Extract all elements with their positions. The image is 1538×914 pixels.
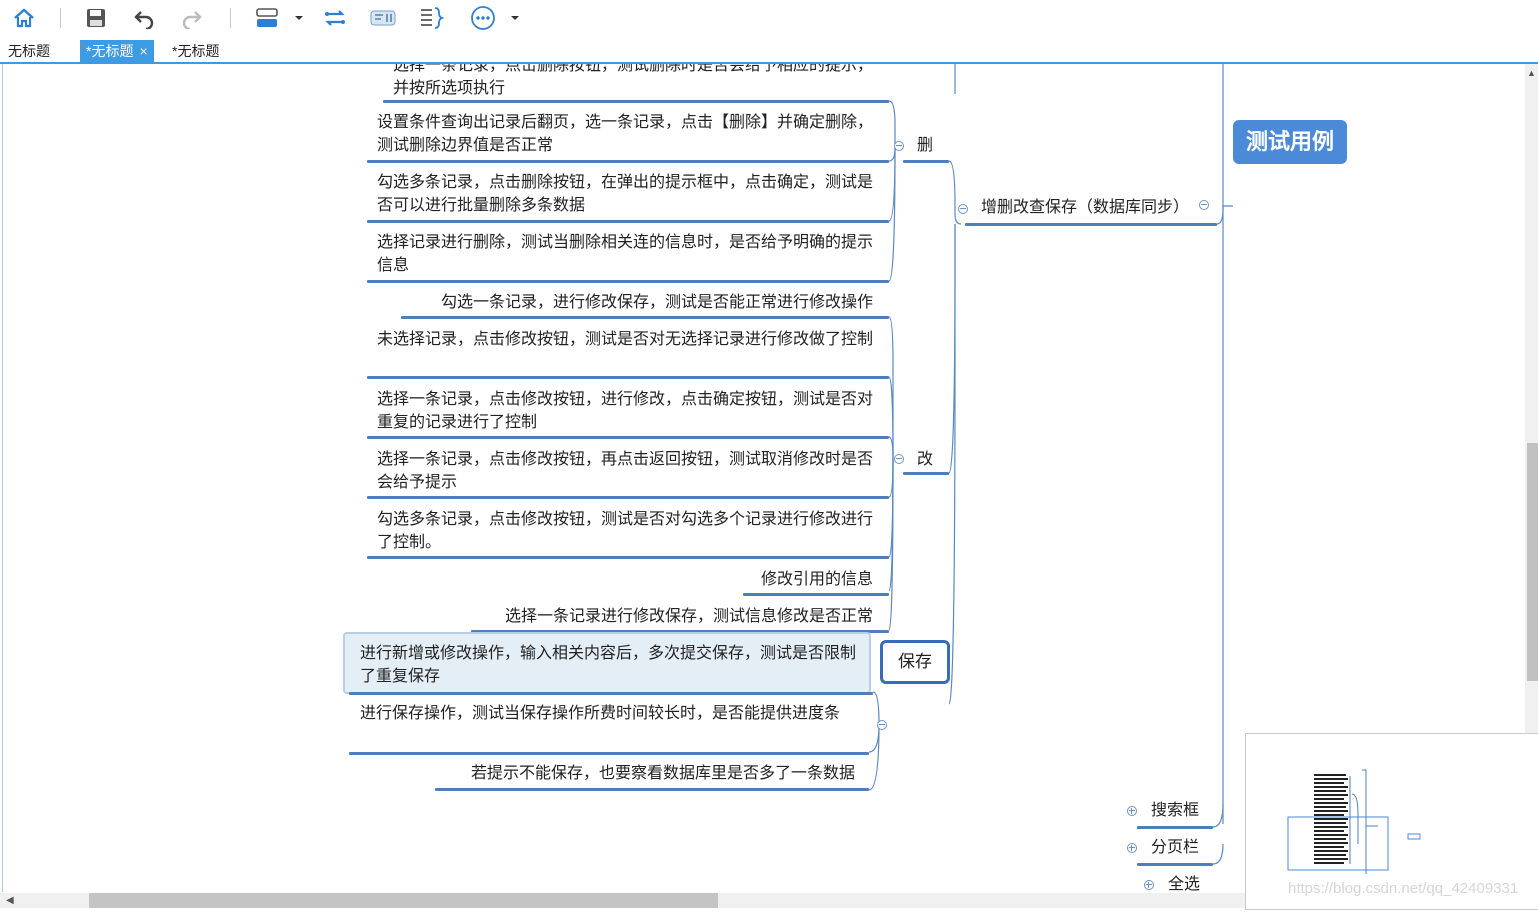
dropdown-icon[interactable] (292, 4, 306, 32)
node-underline (903, 160, 949, 163)
expand-icon[interactable] (1127, 843, 1137, 853)
collapse-icon[interactable] (877, 720, 887, 730)
node-underline (903, 472, 949, 475)
expand-icon[interactable] (1127, 806, 1137, 816)
node-underline (435, 788, 869, 791)
branch-pagination[interactable]: 分页栏 (1151, 836, 1199, 859)
home-icon[interactable] (10, 4, 38, 32)
expand-icon[interactable] (1144, 880, 1154, 890)
list-item[interactable]: 选择一条记录，点击修改按钮，进行修改，点击确定按钮，测试是否对重复的记录进行了控… (377, 388, 873, 434)
scroll-left-icon[interactable]: ◀ (6, 893, 14, 908)
node-underline (367, 436, 889, 439)
link-icon[interactable] (320, 4, 350, 32)
list-item[interactable]: 进行保存操作，测试当保存操作所费时间较长时，是否能提供进度条 (360, 702, 860, 725)
node-underline (367, 280, 889, 283)
node-underline (367, 220, 889, 223)
branch-select-all[interactable]: 全选 (1168, 873, 1200, 892)
save-icon[interactable] (82, 4, 110, 32)
summary-icon[interactable] (368, 4, 398, 32)
group-modify[interactable]: 改 (917, 448, 933, 471)
redo-icon[interactable] (178, 4, 206, 32)
node-underline (349, 692, 873, 695)
undo-icon[interactable] (130, 4, 158, 32)
scroll-up-icon[interactable]: ▲ (1527, 68, 1536, 78)
tab-label: *无标题 (86, 43, 134, 59)
close-icon[interactable]: × (139, 43, 147, 59)
node-underline (367, 556, 889, 559)
layout-icon[interactable] (252, 4, 282, 32)
list-item[interactable]: 未选择记录，点击修改按钮，测试是否对无选择记录进行修改做了控制 (377, 328, 873, 351)
brace-icon[interactable] (416, 4, 446, 32)
list-item[interactable]: 勾选多条记录，点击删除按钮，在弹出的提示框中，点击确定，测试是否可以进行批量删除… (377, 171, 873, 217)
list-item[interactable]: 修改引用的信息 (623, 568, 873, 591)
branch-crud-save[interactable]: 增删改查保存（数据库同步） (981, 196, 1189, 219)
node-underline (965, 223, 1217, 226)
list-item[interactable]: 若提示不能保存，也要察看数据库里是否多了一条数据 (423, 762, 855, 785)
root-node[interactable]: 测试用例 (1233, 120, 1347, 164)
tab-bar: 无标题 *无标题 × *无标题 (0, 40, 1538, 63)
watermark: https://blog.csdn.net/qq_42409331 (1288, 880, 1519, 897)
branch-search-box[interactable]: 搜索框 (1151, 799, 1199, 822)
collapse-icon[interactable] (958, 204, 968, 214)
node-underline (401, 316, 889, 319)
horizontal-scroll-thumb[interactable] (89, 893, 718, 908)
node-underline (743, 593, 889, 596)
list-item[interactable]: 勾选多条记录，点击修改按钮，测试是否对勾选多个记录进行修改进行了控制。 (377, 508, 873, 554)
node-underline (383, 100, 889, 103)
tab-untitled-1[interactable]: 无标题 (2, 40, 56, 62)
list-item[interactable]: 选择记录进行删除，测试当删除相关连的信息时，是否给予明确的提示信息 (377, 231, 873, 277)
tab-label: 无标题 (8, 43, 50, 59)
tab-untitled-3[interactable]: *无标题 (166, 40, 225, 62)
node-underline (367, 160, 889, 163)
node-underline (367, 496, 889, 499)
group-delete[interactable]: 删 (917, 134, 933, 157)
list-item[interactable]: 选择一条记录，点击删除按钮，测试删除时是否会给予相应的提示，并按所选项执行 (393, 64, 873, 100)
collapse-icon[interactable] (894, 454, 904, 464)
more-icon[interactable] (468, 4, 498, 32)
toolbar-separator (230, 8, 231, 28)
collapse-icon[interactable] (1199, 200, 1209, 210)
node-underline (1137, 863, 1213, 866)
list-item[interactable]: 勾选一条记录，进行修改保存，测试是否能正常进行修改操作 (411, 291, 873, 314)
list-item[interactable]: 选择一条记录进行修改保存，测试信息修改是否正常 (473, 605, 873, 628)
group-save[interactable]: 保存 (880, 640, 950, 684)
vertical-scroll-thumb[interactable] (1527, 443, 1538, 681)
list-item[interactable]: 设置条件查询出记录后翻页，选一条记录，点击【删除】并确定删除，测试删除边界值是否… (377, 111, 873, 157)
toolbar-separator (60, 8, 61, 28)
node-underline (367, 376, 889, 379)
collapse-icon[interactable] (894, 141, 904, 151)
dropdown-icon[interactable] (508, 4, 522, 32)
list-item[interactable]: 进行新增或修改操作，输入相关内容后，多次提交保存，测试是否限制了重复保存 (360, 642, 860, 688)
node-underline (349, 752, 869, 755)
node-underline (1137, 826, 1213, 829)
tab-untitled-2[interactable]: *无标题 × (80, 40, 154, 62)
list-item[interactable]: 选择一条记录，点击修改按钮，再点击返回按钮，测试取消修改时是否会给予提示 (377, 448, 873, 494)
tab-label: *无标题 (172, 43, 220, 59)
toolbar (0, 0, 1538, 38)
